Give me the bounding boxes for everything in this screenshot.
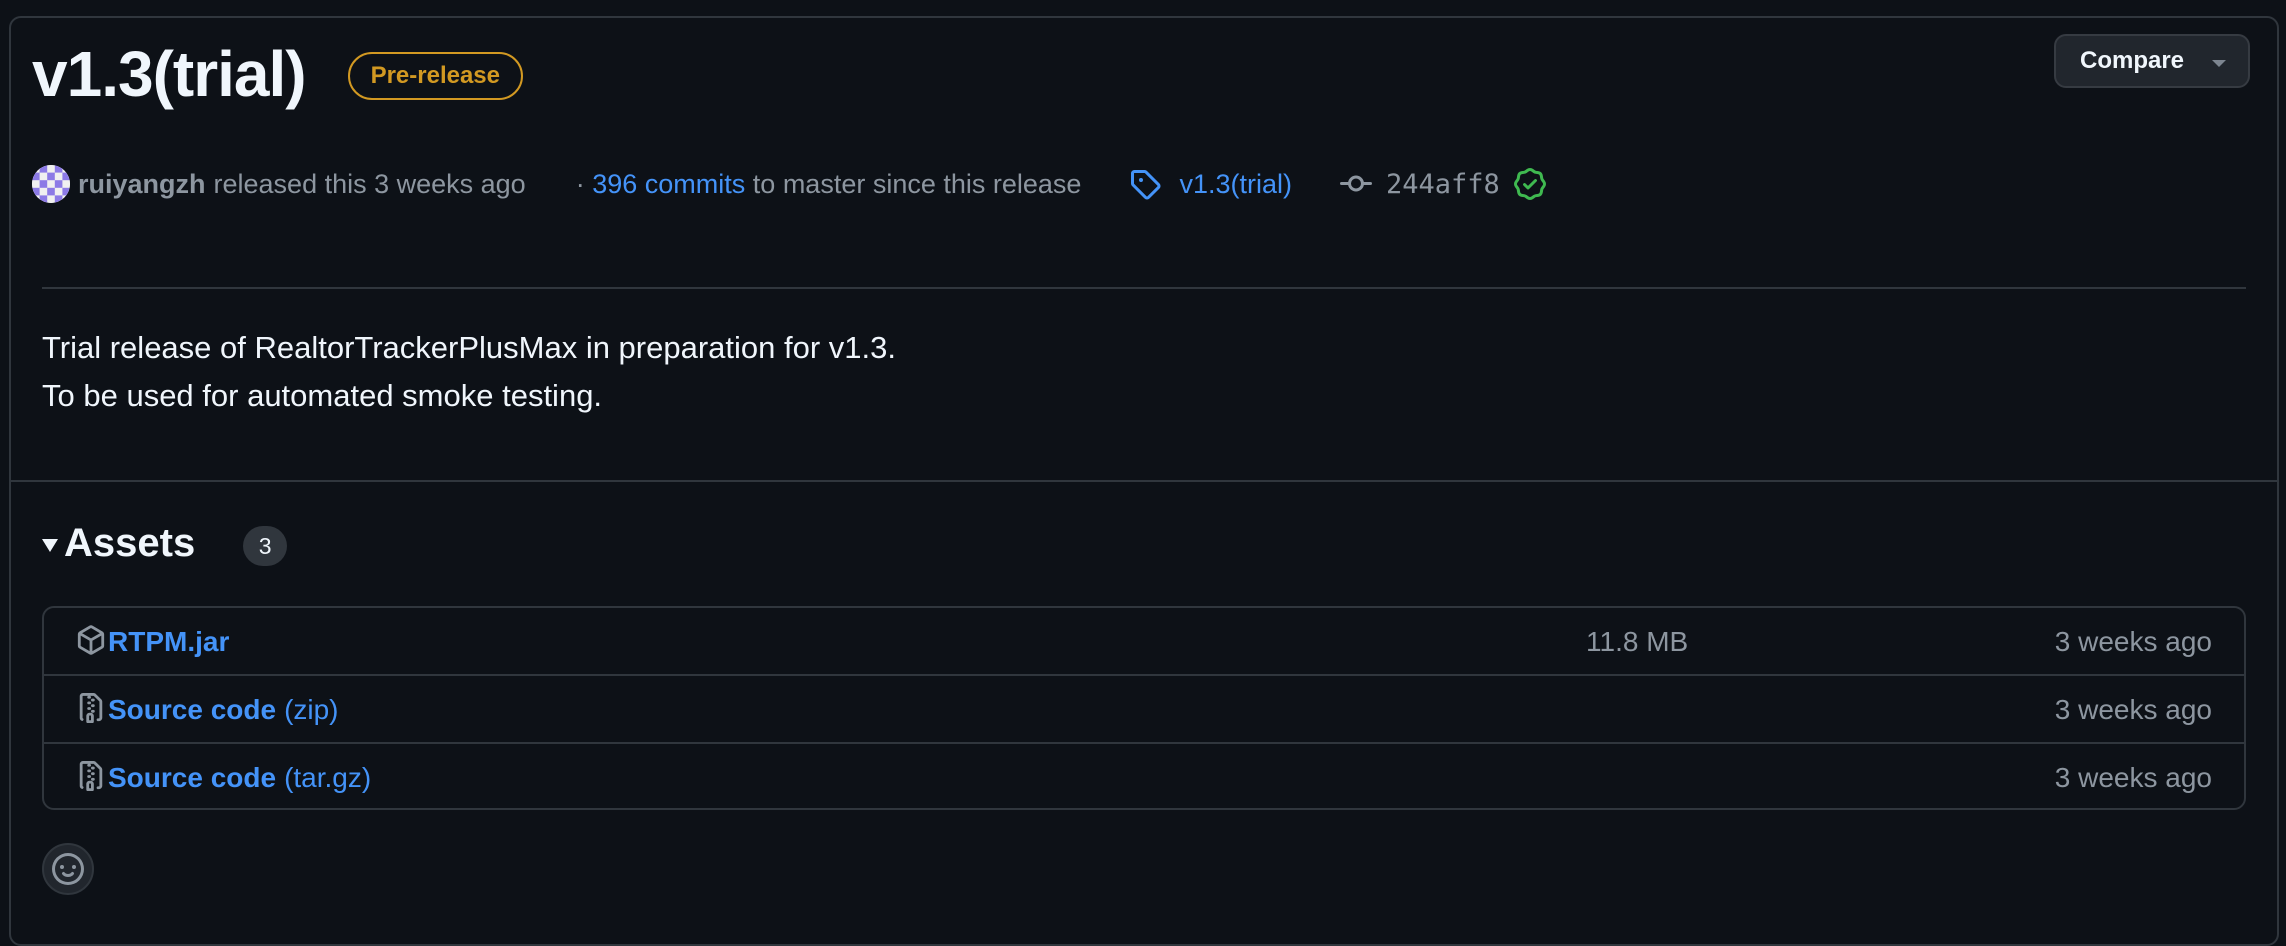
compare-button[interactable]: Compare (2054, 34, 2250, 88)
assets-list: RTPM.jar 11.8 MB 3 weeks ago Source code… (42, 606, 2246, 810)
asset-size: 11.8 MB (1586, 626, 1689, 657)
asset-name: Source code (108, 694, 277, 725)
compare-button-label: Compare (2080, 47, 2185, 74)
asset-name: Source code (108, 762, 277, 793)
asset-time: 3 weeks ago (2054, 626, 2212, 657)
release-header: v1.3(trial) Pre-release (32, 42, 523, 106)
header-divider (42, 287, 2246, 289)
assets-title: Assets (64, 520, 196, 565)
asset-row: Source code (tar.gz) 3 weeks ago (44, 744, 2244, 808)
assets-toggle[interactable]: Assets 3 (42, 520, 288, 566)
tag-info: v1.3(trial) (1129, 168, 1292, 200)
release-meta: ruiyangzh released this 3 weeks ago · 39… (32, 164, 1546, 204)
add-reaction-button[interactable] (42, 843, 94, 895)
asset-format: (zip) (284, 694, 339, 725)
asset-name: RTPM.jar (108, 626, 230, 657)
prerelease-badge: Pre-release (347, 52, 523, 100)
smiley-icon (52, 853, 84, 885)
chevron-down-icon (2212, 60, 2226, 67)
asset-link-rtpm-jar[interactable]: RTPM.jar (108, 626, 229, 658)
release-notes-line: Trial release of RealtorTrackerPlusMax i… (42, 330, 896, 365)
release-notes-line: To be used for automated smoke testing. (42, 378, 603, 413)
release-notes: Trial release of RealtorTrackerPlusMax i… (42, 324, 896, 420)
git-commit-icon (1339, 175, 1372, 192)
tag-icon (1131, 170, 1161, 200)
notes-divider (9, 480, 2279, 482)
asset-format: (tar.gz) (284, 762, 372, 793)
triangle-down-icon (42, 538, 58, 552)
asset-row: RTPM.jar 11.8 MB 3 weeks ago (44, 608, 2244, 676)
file-zip-icon (79, 761, 103, 791)
commit-sha[interactable]: 244aff8 (1386, 169, 1500, 200)
released-text: released this 3 weeks ago (213, 168, 526, 199)
release-title[interactable]: v1.3(trial) (32, 42, 307, 106)
asset-link-source-zip[interactable]: Source code (zip) (108, 694, 339, 726)
commits-link[interactable]: 396 commits (592, 169, 745, 199)
asset-time: 3 weeks ago (2054, 762, 2212, 793)
commits-info: · 396 commits to master since this relea… (576, 169, 1082, 200)
asset-link-source-tar-gz[interactable]: Source code (tar.gz) (108, 762, 371, 794)
avatar[interactable] (32, 165, 70, 203)
author-link[interactable]: ruiyangzh (78, 169, 206, 200)
commit-info: 244aff8 (1339, 168, 1546, 200)
asset-row: Source code (zip) 3 weeks ago (44, 676, 2244, 744)
package-icon (77, 625, 105, 655)
asset-time: 3 weeks ago (2054, 694, 2212, 725)
verified-icon[interactable] (1513, 168, 1546, 200)
assets-count-badge: 3 (243, 526, 288, 566)
file-zip-icon (79, 693, 103, 723)
commits-suffix: to master since this release (752, 168, 1082, 199)
tag-link[interactable]: v1.3(trial) (1179, 169, 1292, 200)
separator-dot: · (575, 168, 585, 199)
identicon-icon (32, 165, 70, 203)
